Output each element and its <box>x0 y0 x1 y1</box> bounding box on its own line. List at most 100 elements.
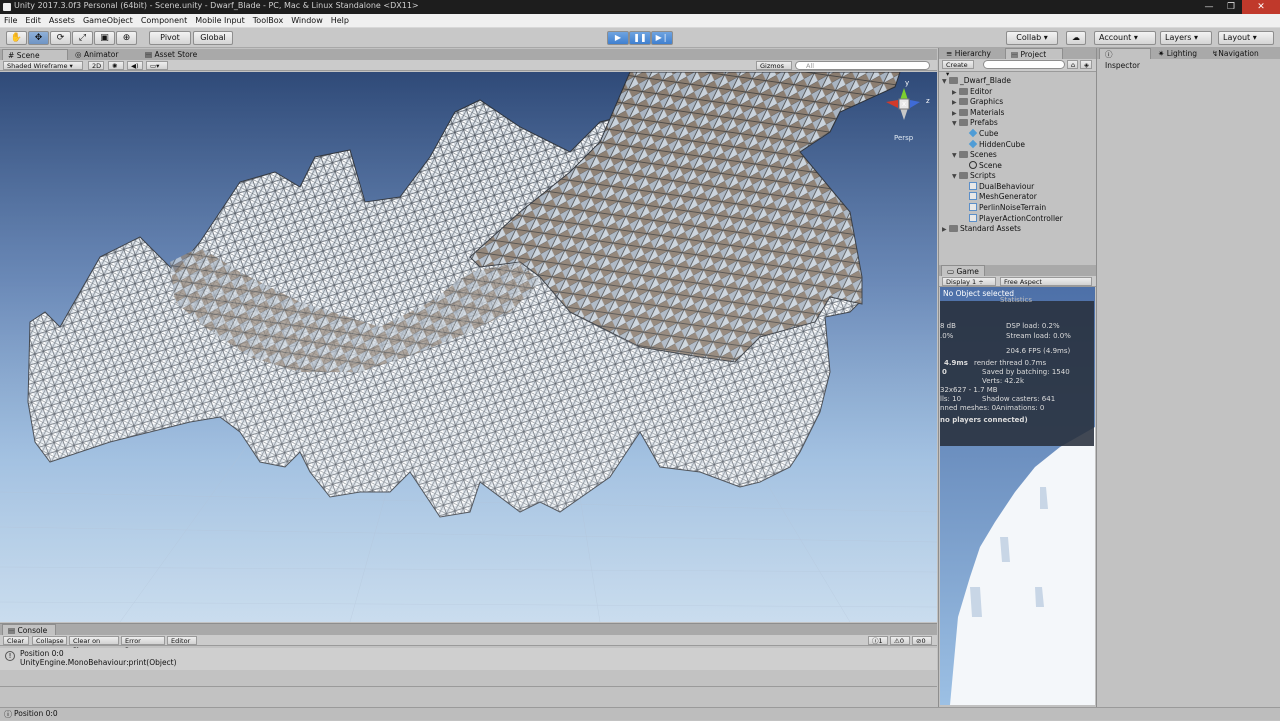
menu-assets[interactable]: Assets <box>45 14 79 28</box>
status-message[interactable]: Position 0:0 <box>14 708 58 720</box>
draw-mode-dropdown[interactable]: Shaded Wireframe ▾ <box>3 61 83 70</box>
minimize-button[interactable]: — <box>1198 0 1220 14</box>
aspect-dropdown[interactable]: Free Aspect <box>1000 277 1092 286</box>
expand-arrow-icon: ▼ <box>942 78 947 85</box>
game-panel: ▭ Game Display 1 ÷ Free Aspect No Object… <box>938 265 1096 707</box>
script-icon <box>969 214 977 222</box>
script-icon <box>969 192 977 200</box>
menu-component[interactable]: Component <box>137 14 191 28</box>
create-dropdown[interactable]: Create ▾ <box>942 60 974 78</box>
cloud-button[interactable]: ☁ <box>1066 31 1086 45</box>
error-filter-toggle[interactable]: ⊘0 <box>912 636 932 645</box>
tree-node-cube[interactable]: Cube <box>968 128 998 139</box>
info-icon: ! <box>5 651 15 661</box>
filter-type-button[interactable]: ⌂ <box>1067 60 1078 69</box>
scale-tool-button[interactable]: ⤢ <box>72 31 93 45</box>
layers-dropdown[interactable]: Layers ▾ <box>1160 31 1212 45</box>
tab-scene[interactable]: # Scene <box>2 49 68 60</box>
error-pause-toggle[interactable]: Error Pause <box>121 636 165 654</box>
tree-label: Prefabs <box>970 118 998 127</box>
tree-node-dwarf-blade[interactable]: ▼ _Dwarf_Blade <box>942 76 1011 86</box>
tree-node-scripts[interactable]: ▼ Scripts <box>952 171 996 181</box>
folder-icon <box>959 172 968 179</box>
move-tool-button[interactable]: ✥ <box>28 31 49 45</box>
hand-tool-button[interactable]: ✋ <box>6 31 27 45</box>
perspective-label[interactable]: Persp <box>894 134 913 142</box>
editor-dropdown[interactable]: Editor ▾ <box>167 636 197 654</box>
filter-label-button[interactable]: ◈ <box>1080 60 1092 69</box>
tab-project[interactable]: ▤ Project <box>1005 48 1063 59</box>
info-filter-toggle[interactable]: ⓘ1 <box>868 636 888 645</box>
display-dropdown[interactable]: Display 1 ÷ <box>942 277 996 286</box>
collab-label: Collab ▾ <box>1016 33 1048 42</box>
stats-zero: 0 <box>942 368 947 376</box>
tree-node-prefabs[interactable]: ▼ Prefabs <box>952 118 998 128</box>
tab-animator[interactable]: ◎ Animator <box>70 49 140 60</box>
tab-navigation[interactable]: ↯Navigation <box>1207 48 1265 59</box>
tree-node-materials[interactable]: ▶ Materials <box>952 108 1004 118</box>
effects-dropdown[interactable]: ▭▾ <box>146 61 168 70</box>
tab-asset-store[interactable]: ▤ Asset Store <box>140 49 220 60</box>
rect-tool-button[interactable]: ▣ <box>94 31 115 45</box>
menu-toolbox[interactable]: ToolBox <box>249 14 287 28</box>
tab-console[interactable]: ▤ Console <box>2 624 56 635</box>
image-icon: ▭ <box>150 62 157 70</box>
stats-resolution: 32x627 - 1.7 MB <box>940 386 998 394</box>
project-toolbar: Create ▾ ⌂ ◈ <box>939 59 1096 78</box>
tree-node-hiddencube[interactable]: HiddenCube <box>968 139 1025 150</box>
tab-lighting[interactable]: ✷ Lighting <box>1153 48 1207 59</box>
clear-button[interactable]: Clear <box>3 636 29 645</box>
scale-icon: ⤢ <box>78 33 87 43</box>
close-button[interactable]: ✕ <box>1242 0 1280 14</box>
account-dropdown[interactable]: Account ▾ <box>1094 31 1156 45</box>
tab-animator-label: Animator <box>83 50 119 59</box>
step-button[interactable]: ▶❘ <box>651 31 673 45</box>
inspector-tabstrip: ⓘ Inspector ✷ Lighting ↯Navigation <box>1097 48 1280 70</box>
menu-file[interactable]: File <box>0 14 21 28</box>
tab-inspector[interactable]: ⓘ Inspector <box>1099 48 1151 70</box>
tree-node-meshgenerator[interactable]: MeshGenerator <box>969 192 1037 202</box>
maximize-button[interactable]: ❐ <box>1220 0 1242 14</box>
tree-node-perlinnoiseterrain[interactable]: PerlinNoiseTerrain <box>969 203 1046 213</box>
tree-node-scenes[interactable]: ▼ Scenes <box>952 150 997 160</box>
project-search-input[interactable] <box>983 60 1065 69</box>
lighting-toggle[interactable]: ✺ <box>108 61 124 70</box>
warning-filter-toggle[interactable]: ⚠0 <box>890 636 910 645</box>
transform-tool-button[interactable]: ⊕ <box>116 31 137 45</box>
menu-window[interactable]: Window <box>287 14 327 28</box>
tree-node-scene[interactable]: Scene <box>969 161 1002 171</box>
collapse-toggle[interactable]: Collapse <box>32 636 67 645</box>
play-button[interactable]: ▶ <box>607 31 629 45</box>
layout-dropdown[interactable]: Layout ▾ <box>1218 31 1274 45</box>
tab-project-label: Project <box>1020 50 1047 59</box>
draw-mode-label: Shaded Wireframe <box>7 62 68 70</box>
gizmos-dropdown[interactable]: Gizmos ▾ <box>756 61 792 79</box>
console-divider[interactable] <box>0 686 937 687</box>
2d-toggle[interactable]: 2D <box>88 61 104 70</box>
tree-node-standard-assets[interactable]: ▶ Standard Assets <box>942 224 1021 234</box>
tree-node-dualbehaviour[interactable]: DualBehaviour <box>969 182 1034 192</box>
global-toggle[interactable]: Global <box>193 31 233 45</box>
project-tabstrip: ≡ Hierarchy ▤ Project <box>939 48 1096 59</box>
menu-edit[interactable]: Edit <box>21 14 45 28</box>
scene-search-input[interactable]: All <box>795 61 930 70</box>
pivot-toggle[interactable]: Pivot <box>149 31 191 45</box>
tab-hierarchy[interactable]: ≡ Hierarchy <box>941 48 1003 59</box>
console-log-entry[interactable]: ! Position 0:0 UnityEngine.MonoBehaviour… <box>0 648 937 670</box>
orientation-gizmo[interactable]: y x z Persp <box>880 79 934 142</box>
tree-node-graphics[interactable]: ▶ Graphics <box>952 97 1003 107</box>
scene-view[interactable]: y x z Persp <box>0 72 937 622</box>
game-view[interactable]: No Object selected Statistics 8 dB .0% D… <box>940 287 1095 705</box>
rotate-tool-button[interactable]: ⟳ <box>50 31 71 45</box>
pause-button[interactable]: ❚❚ <box>629 31 651 45</box>
audio-toggle[interactable]: ◀) <box>127 61 143 70</box>
stats-render-thread: render thread 0.7ms <box>974 359 1047 367</box>
menu-gameobject[interactable]: GameObject <box>79 14 137 28</box>
clear-on-play-toggle[interactable]: Clear on Play <box>69 636 119 654</box>
menu-help[interactable]: Help <box>327 14 353 28</box>
tree-node-playeractioncontroller[interactable]: PlayerActionController <box>969 214 1063 224</box>
collab-button[interactable]: Collab ▾ <box>1006 31 1058 45</box>
menu-mobile-input[interactable]: Mobile Input <box>191 14 249 28</box>
tree-node-editor[interactable]: ▶ Editor <box>952 87 992 97</box>
tab-game[interactable]: ▭ Game <box>941 265 985 276</box>
